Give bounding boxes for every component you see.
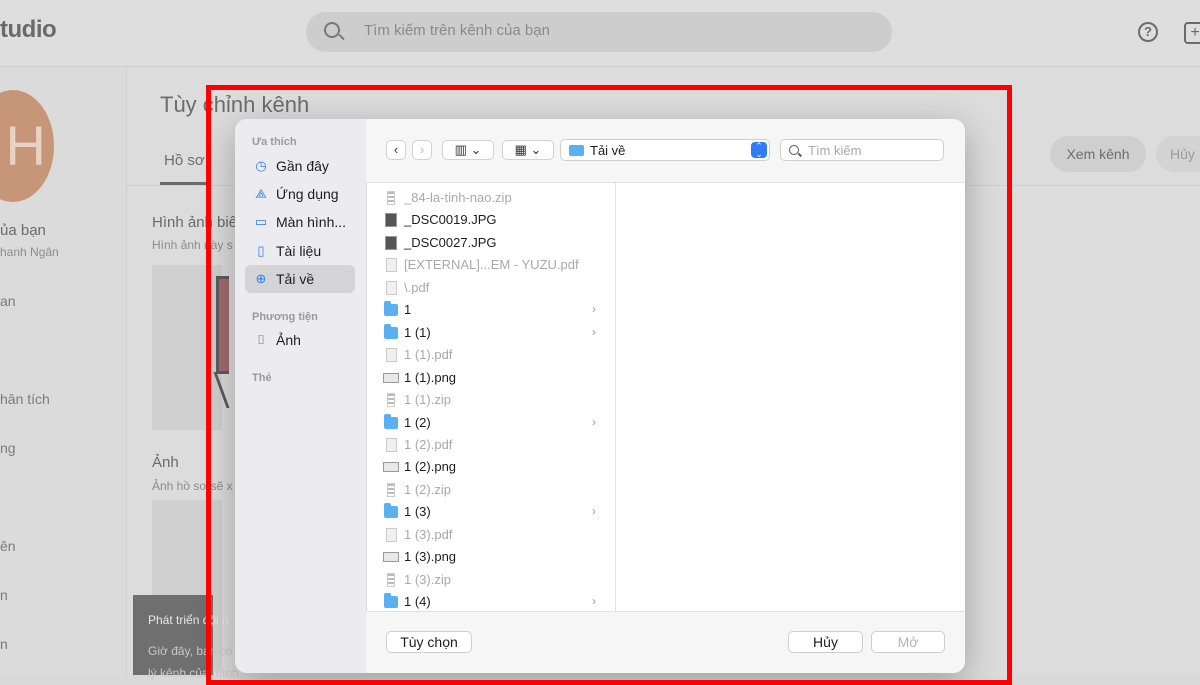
photo-section-title: Ảnh — [152, 454, 179, 471]
channel-label: ủa bạn — [0, 222, 46, 239]
nav-item-4[interactable]: ên — [0, 538, 16, 554]
nav-item-6[interactable]: n — [0, 636, 8, 652]
notification-toast — [133, 595, 213, 675]
nav-item-analytics[interactable]: hân tích — [0, 391, 50, 407]
studio-logo: tudio — [0, 16, 57, 43]
view-channel-button[interactable]: Xem kênh — [1050, 136, 1146, 172]
cancel-customize-button[interactable]: Hủy — [1156, 136, 1200, 172]
nav-item-3[interactable]: ng — [0, 440, 16, 456]
nav-item-5[interactable]: n — [0, 587, 8, 603]
tab-profile[interactable]: Hồ sơ — [164, 152, 205, 169]
channel-name: hanh Ngân — [0, 245, 59, 259]
channel-search-placeholder: Tìm kiếm trên kênh của bạn — [364, 22, 550, 39]
nav-item-1[interactable]: an — [0, 293, 16, 309]
studio-topbar: tudio Tìm kiếm trên kênh của bạn ? + — [0, 0, 1200, 67]
create-icon[interactable]: + — [1184, 22, 1200, 44]
help-icon[interactable]: ? — [1138, 22, 1158, 42]
search-icon — [324, 22, 340, 38]
highlight-frame — [206, 85, 1012, 685]
